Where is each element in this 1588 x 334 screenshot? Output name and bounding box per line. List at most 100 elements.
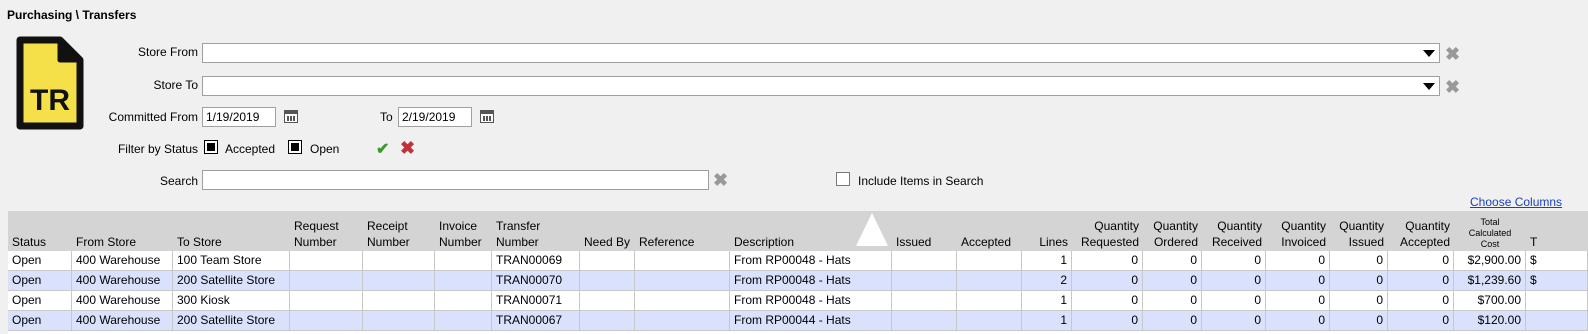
- svg-text:TR: TR: [30, 84, 70, 117]
- table-cell-needby: [580, 271, 635, 291]
- table-cell-qrec: 0: [1202, 271, 1266, 291]
- choose-columns-link[interactable]: Choose Columns: [1470, 195, 1562, 209]
- table-cell-transfer: TRAN00071: [492, 291, 580, 311]
- store-from-select[interactable]: [202, 43, 1440, 63]
- include-items-label: Include Items in Search: [858, 174, 984, 188]
- table-cell-to: 200 Satellite Store: [173, 311, 290, 331]
- table-cell-qreq: 0: [1072, 271, 1143, 291]
- column-header[interactable]: Issued: [892, 211, 957, 251]
- table-cell-status: Open: [8, 311, 72, 331]
- table-cell-qinv: 0: [1266, 251, 1330, 271]
- table-cell-qord: 0: [1143, 311, 1202, 331]
- column-header[interactable]: Quantity Accepted: [1388, 211, 1454, 251]
- column-header[interactable]: To Store: [173, 211, 290, 251]
- table-cell-req: [290, 311, 363, 331]
- table-cell-qreq: 0: [1072, 251, 1143, 271]
- table-cell-inv: [435, 271, 492, 291]
- table-cell-req: [290, 251, 363, 271]
- table-cell-cost: $700.00: [1454, 291, 1526, 311]
- to-label: To: [380, 110, 393, 124]
- clear-search-button[interactable]: ✖: [713, 171, 728, 189]
- status-accepted-label: Accepted: [225, 142, 276, 156]
- table-row[interactable]: Open 400 Warehouse 100 Team Store TRAN00069…: [8, 251, 1588, 271]
- include-items-checkbox[interactable]: [836, 172, 850, 186]
- table-cell-lines: 1: [1022, 311, 1072, 331]
- table-row[interactable]: Open 400 Warehouse 200 Satellite Store TRAN…: [8, 271, 1588, 291]
- committed-to-input[interactable]: 2/19/2019: [398, 107, 472, 127]
- table-cell-ref: [635, 251, 730, 271]
- table-cell-status: Open: [8, 271, 72, 291]
- column-header[interactable]: Need By: [580, 211, 635, 251]
- table-cell-rec: [363, 291, 435, 311]
- table-cell-qacc: 0: [1388, 291, 1454, 311]
- table-cell-to: 300 Kiosk: [173, 291, 290, 311]
- table-cell-accepted: [957, 271, 1022, 291]
- table-cell-accepted: [957, 291, 1022, 311]
- table-cell-qrec: 0: [1202, 291, 1266, 311]
- clear-filter-x-icon[interactable]: ✖: [400, 138, 415, 159]
- column-header[interactable]: Quantity Ordered: [1143, 211, 1202, 251]
- status-open-checkbox[interactable]: [288, 140, 302, 154]
- table-cell-qinv: 0: [1266, 271, 1330, 291]
- table-cell-qiss: 0: [1330, 291, 1388, 311]
- table-cell-accepted: [957, 311, 1022, 331]
- calendar-icon[interactable]: [284, 110, 298, 123]
- calendar-icon[interactable]: [480, 110, 494, 123]
- table-cell-rec: [363, 311, 435, 331]
- table-cell-t: $: [1526, 271, 1588, 291]
- table-cell-issued: [892, 251, 957, 271]
- grid-header: Status From Store To Store Request Number Re…: [8, 211, 1588, 251]
- table-cell-qiss: 0: [1330, 271, 1388, 291]
- table-cell-t: $: [1526, 251, 1588, 271]
- table-cell-inv: [435, 311, 492, 331]
- column-header[interactable]: Quantity Invoiced: [1266, 211, 1330, 251]
- column-header[interactable]: Request Number: [290, 211, 363, 251]
- sort-indicator-icon[interactable]: [856, 213, 888, 246]
- column-header[interactable]: Quantity Issued: [1330, 211, 1388, 251]
- table-cell-ref: [635, 271, 730, 291]
- table-cell-qinv: 0: [1266, 291, 1330, 311]
- column-header[interactable]: Total Calculated Cost: [1454, 211, 1526, 251]
- column-header[interactable]: Quantity Requested: [1072, 211, 1143, 251]
- column-header[interactable]: T: [1526, 211, 1588, 251]
- column-header[interactable]: Lines: [1022, 211, 1072, 251]
- column-header[interactable]: Quantity Received: [1202, 211, 1266, 251]
- table-cell-t: [1526, 291, 1588, 311]
- column-header[interactable]: Status: [8, 211, 72, 251]
- clear-store-from-button[interactable]: ✖: [1445, 45, 1460, 63]
- table-cell-qiss: 0: [1330, 311, 1388, 331]
- status-accepted-checkbox[interactable]: [204, 140, 218, 154]
- table-cell-to: 100 Team Store: [173, 251, 290, 271]
- status-open-label: Open: [310, 142, 340, 156]
- table-cell-status: Open: [8, 251, 72, 271]
- filter-by-status-label: Filter by Status: [117, 142, 198, 156]
- table-cell-qreq: 0: [1072, 311, 1143, 331]
- table-cell-lines: 2: [1022, 271, 1072, 291]
- column-header[interactable]: Invoice Number: [435, 211, 492, 251]
- store-from-label: Store From: [137, 45, 198, 59]
- clear-store-to-button[interactable]: ✖: [1445, 78, 1460, 96]
- table-row[interactable]: Open 400 Warehouse 300 Kiosk TRAN00071 From …: [8, 291, 1588, 311]
- table-cell-transfer: TRAN00067: [492, 311, 580, 331]
- store-to-select[interactable]: [202, 76, 1440, 96]
- search-input[interactable]: [202, 170, 709, 190]
- column-header[interactable]: Accepted: [957, 211, 1022, 251]
- table-cell-needby: [580, 291, 635, 311]
- table-cell-lines: 1: [1022, 291, 1072, 311]
- chevron-down-icon[interactable]: [1423, 50, 1435, 57]
- table-cell-inv: [435, 251, 492, 271]
- table-cell-rec: [363, 251, 435, 271]
- chevron-down-icon[interactable]: [1423, 83, 1435, 90]
- apply-filter-check-icon[interactable]: ✔: [376, 139, 389, 159]
- table-cell-cost: $120.00: [1454, 311, 1526, 331]
- table-row[interactable]: Open 400 Warehouse 200 Satellite Store TRAN…: [8, 311, 1588, 331]
- column-header[interactable]: Reference: [635, 211, 730, 251]
- column-header[interactable]: Receipt Number: [363, 211, 435, 251]
- column-header[interactable]: From Store: [72, 211, 173, 251]
- column-header[interactable]: Transfer Number: [492, 211, 580, 251]
- committed-from-input[interactable]: 1/19/2019: [202, 107, 276, 127]
- table-cell-needby: [580, 311, 635, 331]
- table-cell-req: [290, 271, 363, 291]
- table-cell-desc: From RP00048 - Hats: [730, 291, 892, 311]
- table-cell-qacc: 0: [1388, 311, 1454, 331]
